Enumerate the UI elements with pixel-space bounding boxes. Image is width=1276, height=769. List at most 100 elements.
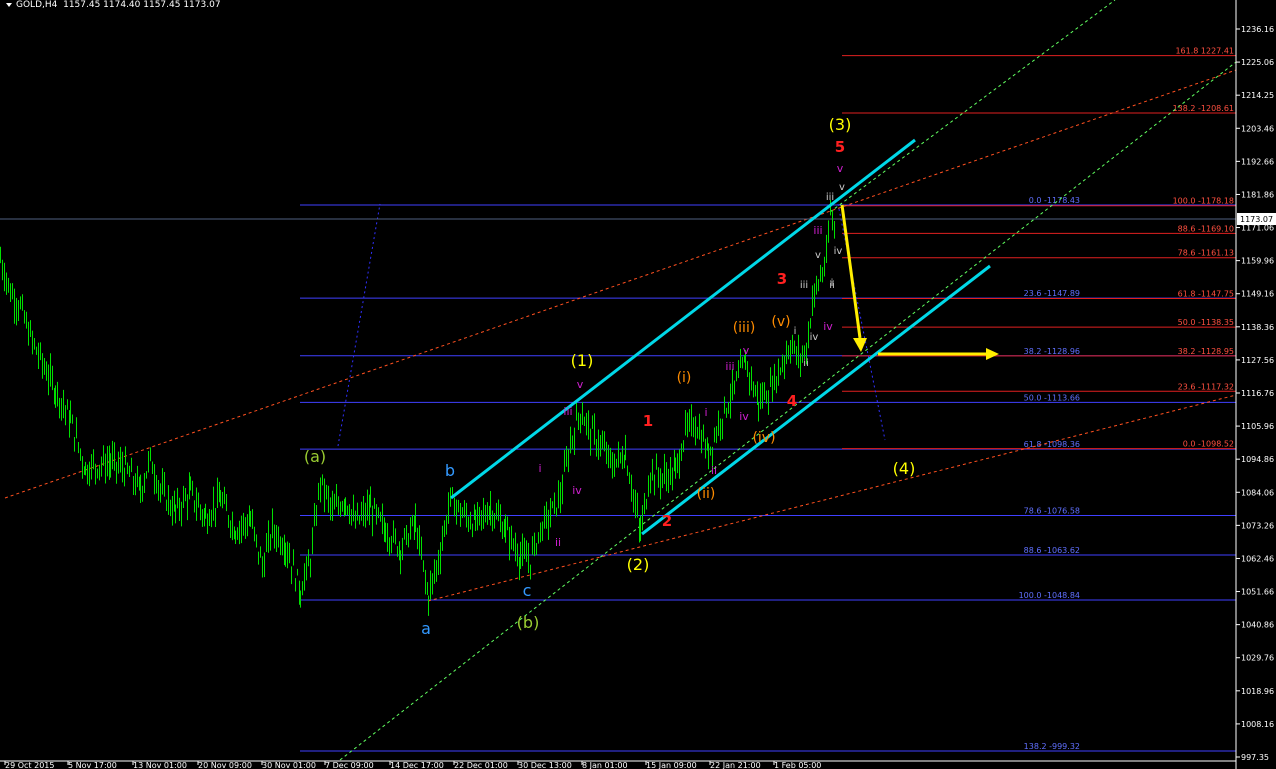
y-tick-label: 997.35	[1241, 753, 1269, 762]
y-tick-label: 1094.86	[1241, 455, 1274, 464]
fib-red-label: 88.6 -1169.10	[1178, 224, 1234, 233]
fib-red-label: 100.0 -1178.18	[1173, 197, 1234, 206]
down-arrow-head	[853, 338, 867, 352]
fib-blue-label: 138.2 -999.32	[1024, 742, 1080, 751]
fib-red-label: 161.8 1227.41	[1175, 47, 1234, 56]
y-tick-label: 1149.16	[1241, 290, 1274, 299]
x-tick-label: 22 Dec 01:00	[454, 761, 508, 769]
fib-blue-label: 88.6 -1063.62	[1024, 546, 1080, 555]
wave-label: 4	[787, 392, 797, 410]
wave-label: (3)	[829, 115, 852, 134]
wave-label: i	[794, 326, 797, 337]
fib-red-label: 138.2 -1208.61	[1173, 104, 1234, 113]
dashed-trendline-green-upper	[829, 0, 1116, 213]
x-tick-label: 8 Jan 01:00	[582, 761, 628, 769]
y-tick-label: 1051.66	[1241, 588, 1274, 597]
y-tick-label: 1116.76	[1241, 389, 1274, 398]
y-tick-label: 1062.46	[1241, 554, 1274, 563]
wave-label: iv	[739, 410, 749, 423]
x-tick-label: 30 Dec 13:00	[518, 761, 572, 769]
wave-label: i	[538, 462, 541, 475]
wave-label: b	[445, 461, 455, 480]
y-tick-label: 1040.86	[1241, 621, 1274, 630]
wave-label: (v)	[771, 314, 790, 330]
fib-red-label: 38.2 -1128.95	[1178, 347, 1234, 356]
x-tick-label: 13 Nov 01:00	[133, 761, 187, 769]
fib-blue-label: 78.6 -1076.58	[1024, 506, 1080, 515]
channel-lower-line	[641, 264, 991, 536]
wave-label: iv	[810, 332, 819, 343]
fib-blue-label: 61.8 -1098.36	[1024, 440, 1080, 449]
wave-label: (iv)	[752, 430, 775, 446]
wave-label: i	[704, 406, 707, 419]
dashed-trendline-red-lower	[427, 394, 1237, 602]
y-tick-label: 1138.36	[1241, 323, 1274, 332]
wave-label: (a)	[304, 447, 326, 466]
y-tick-label: 1029.76	[1241, 654, 1274, 663]
y-tick-label: 1127.56	[1241, 356, 1274, 365]
y-tick-label: 1214.25	[1241, 91, 1274, 100]
wave-label: (iii)	[733, 320, 756, 336]
wave-label: (2)	[627, 555, 650, 574]
y-tick-label: 1225.06	[1241, 58, 1274, 67]
y-tick-label: 1181.86	[1241, 190, 1274, 199]
right-arrow-head	[986, 348, 999, 360]
wave-label: ii	[711, 464, 717, 477]
projection-down-arrow	[840, 204, 862, 339]
dashed-trendline-red	[4, 69, 1237, 499]
wave-label: v	[743, 344, 750, 357]
current-price-label: 1173.07	[1240, 215, 1273, 224]
projection-arrows	[840, 204, 999, 360]
fib-blue-levels: 0.0 -1178.43 23.6 -1147.89 38.2 -1128.96 50…	[300, 196, 1236, 752]
wave-label: (ii)	[697, 486, 716, 502]
x-tick-label: 14 Dec 17:00	[390, 761, 444, 769]
x-tick-label: 1 Feb 05:00	[774, 761, 821, 769]
fib-blue-label: 50.0 -1113.66	[1024, 393, 1080, 402]
dashed-trendline-green-lower	[339, 61, 1237, 761]
y-tick-label: 1105.96	[1241, 422, 1274, 431]
fib-blue-label: 100.0 -1048.84	[1019, 591, 1080, 600]
x-tick-label: 7 Dec 09:00	[325, 761, 374, 769]
y-tick-label: 1084.06	[1241, 488, 1274, 497]
wave-label: a	[421, 619, 431, 638]
fib-red-levels: 161.8 1227.41 138.2 -1208.61 100.0 -1178.1…	[842, 47, 1236, 450]
fib-red-label: 61.8 -1147.75	[1178, 290, 1234, 299]
wave-label: iii	[725, 360, 734, 373]
wave-label: v	[837, 162, 844, 175]
wave-label: (i)	[677, 370, 692, 386]
x-tick-label: 30 Nov 01:00	[262, 761, 316, 769]
y-tick-label: 1008.16	[1241, 720, 1274, 729]
x-tick-label: 29 Oct 2015	[5, 761, 54, 769]
wave-label: iv	[823, 320, 833, 333]
wave-label: v	[815, 250, 821, 261]
wave-label: (b)	[517, 613, 540, 632]
wave-label: iv	[834, 246, 843, 257]
fib-blue-label: 38.2 -1128.96	[1024, 347, 1080, 356]
wave-label: iii	[800, 280, 808, 291]
price-chart[interactable]: 0.0 -1178.4323.6 -1147.8938.2 -1128.9650…	[0, 0, 1276, 769]
x-tick-label: 20 Nov 09:00	[198, 761, 252, 769]
fib-diagonal-blue	[337, 203, 381, 447]
wave-label: iii	[826, 192, 834, 203]
wave-label: iii	[563, 405, 572, 418]
x-tick-label: 5 Nov 17:00	[68, 761, 117, 769]
y-tick-label: 1236.16	[1241, 25, 1274, 34]
wave-label: (4)	[893, 459, 916, 478]
fib-blue-label: 23.6 -1147.89	[1024, 289, 1080, 298]
fib-red-label: 0.0 -1098.52	[1183, 440, 1234, 449]
x-tick-label: 15 Jan 09:00	[646, 761, 697, 769]
y-tick-label: 1159.96	[1241, 257, 1274, 266]
wave-label: 3	[777, 270, 787, 288]
x-tick-label: 22 Jan 21:00	[710, 761, 761, 769]
wave-label: ii	[803, 358, 809, 369]
price-series	[0, 200, 835, 616]
wave-label: c	[523, 581, 532, 600]
current-price-box: 1173.07	[1237, 213, 1276, 225]
wave-label: v	[839, 182, 845, 193]
wave-label: iv	[572, 484, 582, 497]
wave-label: 5	[835, 138, 845, 156]
wave-label: (1)	[571, 351, 594, 370]
fib-red-label: 23.6 -1117.32	[1178, 382, 1234, 391]
auxiliary-lines	[0, 0, 1237, 761]
wave-label: 2	[662, 512, 672, 530]
